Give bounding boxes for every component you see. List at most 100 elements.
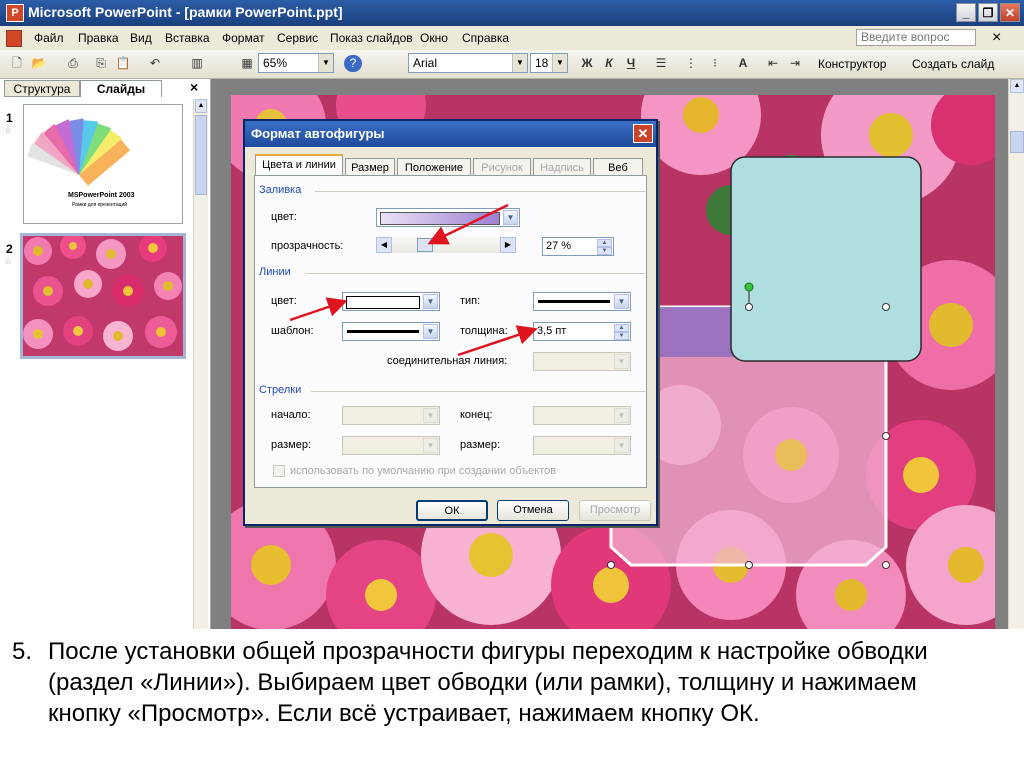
chevron-down-icon[interactable]: ▼ xyxy=(512,54,527,72)
slider-track[interactable] xyxy=(392,237,500,253)
help-icon[interactable]: ? xyxy=(344,55,362,72)
open-icon[interactable]: 📂 xyxy=(30,55,48,72)
menu-format[interactable]: Формат xyxy=(222,31,265,45)
line-type-dropdown[interactable]: ▼ xyxy=(533,292,631,311)
spin-up-icon[interactable]: ▲ xyxy=(597,239,612,247)
transparency-spinbox[interactable]: 27 % ▲ ▼ xyxy=(542,237,614,256)
dialog-title-bar: Формат автофигуры xyxy=(245,121,656,147)
underline-button[interactable]: Ч xyxy=(622,55,640,72)
chevron-down-icon[interactable]: ▼ xyxy=(552,54,567,72)
chevron-down-icon[interactable]: ▼ xyxy=(318,54,333,72)
line-pattern-dropdown[interactable]: ▼ xyxy=(342,322,440,341)
close-window-button[interactable]: ✕ xyxy=(1000,3,1020,22)
numbering-icon[interactable]: ⋮ xyxy=(682,55,700,72)
line-weight-value: 3,5 пт xyxy=(537,325,567,337)
grid-icon[interactable]: ▦ xyxy=(238,55,256,72)
chevron-right-icon[interactable]: ▶ xyxy=(500,237,516,253)
document-icon[interactable] xyxy=(6,30,22,47)
pane-close-button[interactable]: × xyxy=(190,79,198,95)
editor-scrollbar[interactable]: ▲ xyxy=(1008,79,1024,629)
zoom-combo[interactable]: 65% ▼ xyxy=(258,53,334,73)
arrow-begin-dropdown[interactable]: ▼ xyxy=(342,406,440,425)
slide-thumbnail-1[interactable]: MSPowerPoint 2003 Рамки для презентаций xyxy=(23,104,183,224)
spin-down-icon[interactable]: ▼ xyxy=(597,247,612,255)
dialog-title: Формат автофигуры xyxy=(251,126,385,141)
print-icon[interactable]: ⎙ xyxy=(64,55,82,72)
powerpoint-app-icon[interactable]: P xyxy=(6,4,24,22)
chevron-down-icon[interactable]: ▼ xyxy=(423,438,438,453)
tab-outline[interactable]: Структура xyxy=(4,80,80,97)
arrow-end-size-dropdown[interactable]: ▼ xyxy=(533,436,631,455)
new-slide-button[interactable]: Создать слайд xyxy=(912,57,994,71)
menu-view[interactable]: Вид xyxy=(130,31,152,45)
menu-insert[interactable]: Вставка xyxy=(165,31,210,45)
tab-size[interactable]: Размер xyxy=(345,158,395,176)
chevron-left-icon[interactable]: ◀ xyxy=(376,237,392,253)
menu-slideshow[interactable]: Показ слайдов xyxy=(330,31,413,45)
decrease-indent-icon[interactable]: ⇤ xyxy=(764,55,782,72)
font-combo[interactable]: Arial ▼ xyxy=(408,53,528,73)
chevron-down-icon[interactable]: ▼ xyxy=(614,354,629,369)
arrow-begin-size-dropdown[interactable]: ▼ xyxy=(342,436,440,455)
close-document-button[interactable]: × xyxy=(992,29,1001,47)
spin-up-icon[interactable]: ▲ xyxy=(614,324,629,332)
tab-colors-and-lines[interactable]: Цвета и линии xyxy=(255,154,343,176)
menu-help[interactable]: Справка xyxy=(462,31,509,45)
spin-down-icon[interactable]: ▼ xyxy=(614,332,629,340)
restore-button[interactable]: ❐ xyxy=(978,3,998,22)
slide-thumbnail-2[interactable] xyxy=(20,233,186,359)
dialog-close-button[interactable]: ✕ xyxy=(633,124,653,143)
scroll-thumb[interactable] xyxy=(1010,131,1024,153)
chevron-down-icon[interactable]: ▼ xyxy=(614,294,629,309)
tab-slides[interactable]: Слайды xyxy=(80,80,162,97)
increase-font-icon[interactable]: A xyxy=(734,55,752,72)
ask-question-box[interactable]: Введите вопрос xyxy=(856,29,976,46)
tab-position[interactable]: Положение xyxy=(397,158,471,176)
scroll-up-icon[interactable]: ▲ xyxy=(195,99,207,113)
slide-number: 2 xyxy=(6,242,13,256)
tab-textbox[interactable]: Надпись xyxy=(533,158,591,176)
chevron-down-icon[interactable]: ▼ xyxy=(614,408,629,423)
undo-icon[interactable]: ↶ xyxy=(146,55,164,72)
designer-button[interactable]: Конструктор xyxy=(818,57,886,71)
menu-edit[interactable]: Правка xyxy=(78,31,119,45)
chevron-down-icon[interactable]: ▼ xyxy=(423,294,438,309)
tab-picture[interactable]: Рисунок xyxy=(473,158,531,176)
arrow-end-dropdown[interactable]: ▼ xyxy=(533,406,631,425)
new-icon[interactable]: 🗋 xyxy=(8,55,26,72)
chevron-down-icon[interactable]: ▼ xyxy=(614,438,629,453)
slides-pane-scrollbar[interactable]: ▲ xyxy=(193,99,208,629)
increase-indent-icon[interactable]: ⇥ xyxy=(786,55,804,72)
menu-window[interactable]: Окно xyxy=(420,31,448,45)
preview-button[interactable]: Просмотр xyxy=(579,500,651,521)
minimize-button[interactable]: _ xyxy=(956,3,976,22)
copy-icon[interactable]: ⎘ xyxy=(92,55,110,72)
tab-web[interactable]: Веб xyxy=(593,158,643,176)
line-color-dropdown[interactable]: ▼ xyxy=(342,292,440,311)
font-size-combo[interactable]: 18 ▼ xyxy=(530,53,568,73)
paste-icon[interactable]: 📋 xyxy=(114,55,132,72)
zoom-value: 65% xyxy=(263,56,288,70)
chart-icon[interactable]: ▥ xyxy=(188,55,206,72)
fill-color-dropdown[interactable]: ▼ xyxy=(376,208,520,227)
line-color-swatch xyxy=(346,296,420,309)
menu-tools[interactable]: Сервис xyxy=(277,31,318,45)
bold-button[interactable]: Ж xyxy=(578,55,596,72)
connector-dropdown[interactable]: ▼ xyxy=(533,352,631,371)
menu-file[interactable]: Файл xyxy=(34,31,64,45)
chevron-down-icon[interactable]: ▼ xyxy=(423,408,438,423)
line-weight-spinbox[interactable]: 3,5 пт ▲ ▼ xyxy=(533,322,631,341)
scroll-thumb[interactable] xyxy=(195,115,207,195)
default-checkbox[interactable] xyxy=(273,465,285,477)
ok-button[interactable]: ОК xyxy=(416,500,488,521)
chevron-down-icon[interactable]: ▼ xyxy=(423,324,438,339)
slider-thumb[interactable] xyxy=(416,238,433,252)
italic-button[interactable]: К xyxy=(600,55,618,72)
transparency-slider[interactable]: ◀ ▶ xyxy=(376,237,516,254)
chevron-down-icon[interactable]: ▼ xyxy=(503,210,518,225)
scroll-up-icon[interactable]: ▲ xyxy=(1010,79,1024,93)
format-autoshape-dialog: Формат автофигуры ✕ Цвета и линии Размер… xyxy=(243,119,658,526)
align-left-icon[interactable]: ☰ xyxy=(652,55,670,72)
bullets-icon[interactable]: ⁝ xyxy=(706,55,724,72)
cancel-button[interactable]: Отмена xyxy=(497,500,569,521)
